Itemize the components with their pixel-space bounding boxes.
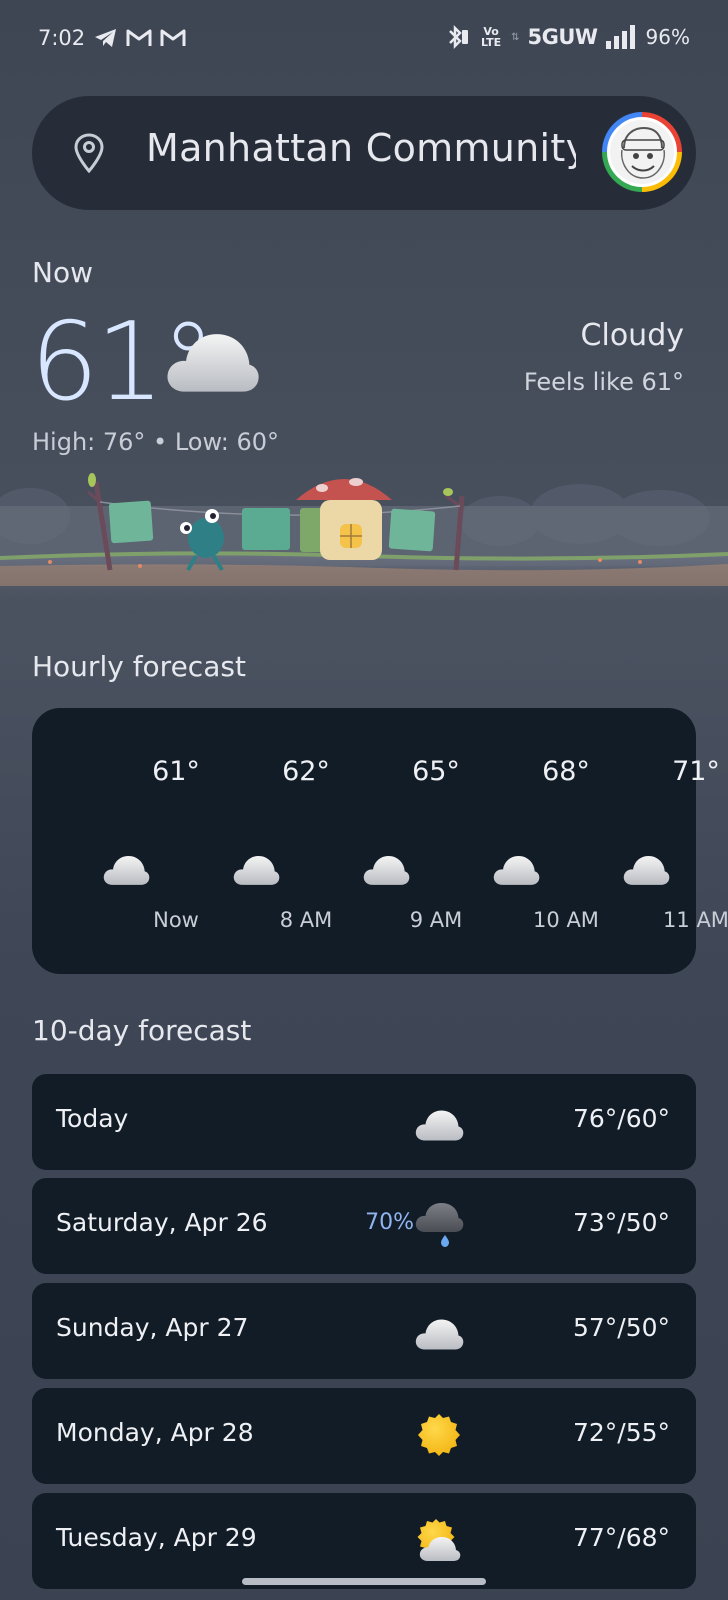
cloud-icon — [414, 1098, 464, 1144]
gmail-icon — [126, 29, 152, 46]
hour-temp: 71° — [672, 756, 720, 787]
hourly-item: 71° 11 AM — [596, 708, 728, 974]
day-name: Tuesday, Apr 29 — [56, 1523, 257, 1552]
avatar[interactable] — [602, 112, 682, 192]
daily-row-monday[interactable]: Monday, Apr 28 72°/55° — [32, 1388, 696, 1484]
home-indicator[interactable] — [242, 1578, 486, 1585]
status-bar: 7:02 Vo LTE ⇅ 5GUW 96% — [0, 0, 728, 80]
daily-row-today[interactable]: Today 76°/60° — [32, 1074, 696, 1170]
hourly-forecast-card[interactable]: 61° Now 62° 8 AM 65° 9 AM 68° 10 AM 71° … — [32, 708, 728, 974]
sun-icon — [418, 1414, 460, 1456]
location-name: Manhattan Community ... — [146, 126, 576, 170]
condition-text: Cloudy — [580, 318, 684, 353]
day-name: Saturday, Apr 26 — [56, 1208, 268, 1237]
now-label: Now — [32, 256, 93, 289]
day-temps: 57°/50° — [572, 1313, 670, 1342]
data-arrows-icon: ⇅ — [511, 31, 520, 43]
signal-icon — [605, 25, 635, 49]
cloud-icon — [622, 852, 670, 886]
daily-row-sunday[interactable]: Sunday, Apr 27 57°/50° — [32, 1283, 696, 1379]
hour-time: 11 AM — [663, 908, 728, 932]
daily-row-tuesday[interactable]: Tuesday, Apr 29 77°/68° — [32, 1493, 696, 1589]
location-pin-icon — [74, 133, 104, 173]
battery-level: 96% — [645, 25, 690, 49]
hourly-item: 62° 8 AM — [206, 708, 332, 974]
daily-row-saturday[interactable]: Saturday, Apr 26 70% 73°/50° — [32, 1178, 696, 1274]
high-low-temps: High: 76° • Low: 60° — [32, 428, 280, 456]
gmail-icon — [160, 29, 186, 46]
bluetooth-icon — [449, 24, 469, 50]
cloud-icon — [414, 1307, 464, 1353]
avatar-sketch — [620, 126, 666, 179]
day-name: Monday, Apr 28 — [56, 1418, 254, 1447]
day-temps: 72°/55° — [572, 1418, 670, 1447]
hourly-forecast-title: Hourly forecast — [32, 650, 246, 683]
telegram-icon — [95, 29, 116, 47]
feels-like-text: Feels like 61° — [523, 368, 684, 396]
day-name: Sunday, Apr 27 — [56, 1313, 249, 1342]
cloud-icon — [492, 852, 540, 886]
status-time: 7:02 — [38, 26, 86, 50]
hourly-item: 68° 10 AM — [466, 708, 599, 974]
avatar-image — [607, 117, 677, 187]
day-name: Today — [56, 1104, 129, 1133]
rain-cloud-icon — [415, 1203, 464, 1247]
partly-cloudy-icon — [417, 1519, 461, 1561]
cloud-icon — [232, 852, 280, 886]
volte-icon: Vo LTE — [480, 25, 502, 49]
cloud-icon — [164, 326, 260, 394]
cloud-icon — [102, 852, 150, 886]
cloud-icon — [362, 852, 410, 886]
day-temps: 77°/68° — [572, 1523, 670, 1552]
network-type: 5GUW — [527, 25, 598, 49]
location-search-bar[interactable]: Manhattan Community ... — [32, 96, 696, 210]
system-icons: Vo LTE ⇅ 5GUW 96% — [445, 24, 690, 50]
day-temps: 76°/60° — [572, 1104, 670, 1133]
hourly-item: 61° Now — [76, 708, 200, 974]
daily-forecast-title: 10-day forecast — [32, 1014, 252, 1047]
notification-icons — [94, 28, 186, 48]
day-temps: 73°/50° — [572, 1208, 670, 1237]
weather-scene-illustration — [0, 473, 728, 616]
hourly-item: 65° 9 AM — [336, 708, 462, 974]
precip-chance: 70% — [365, 1210, 414, 1235]
